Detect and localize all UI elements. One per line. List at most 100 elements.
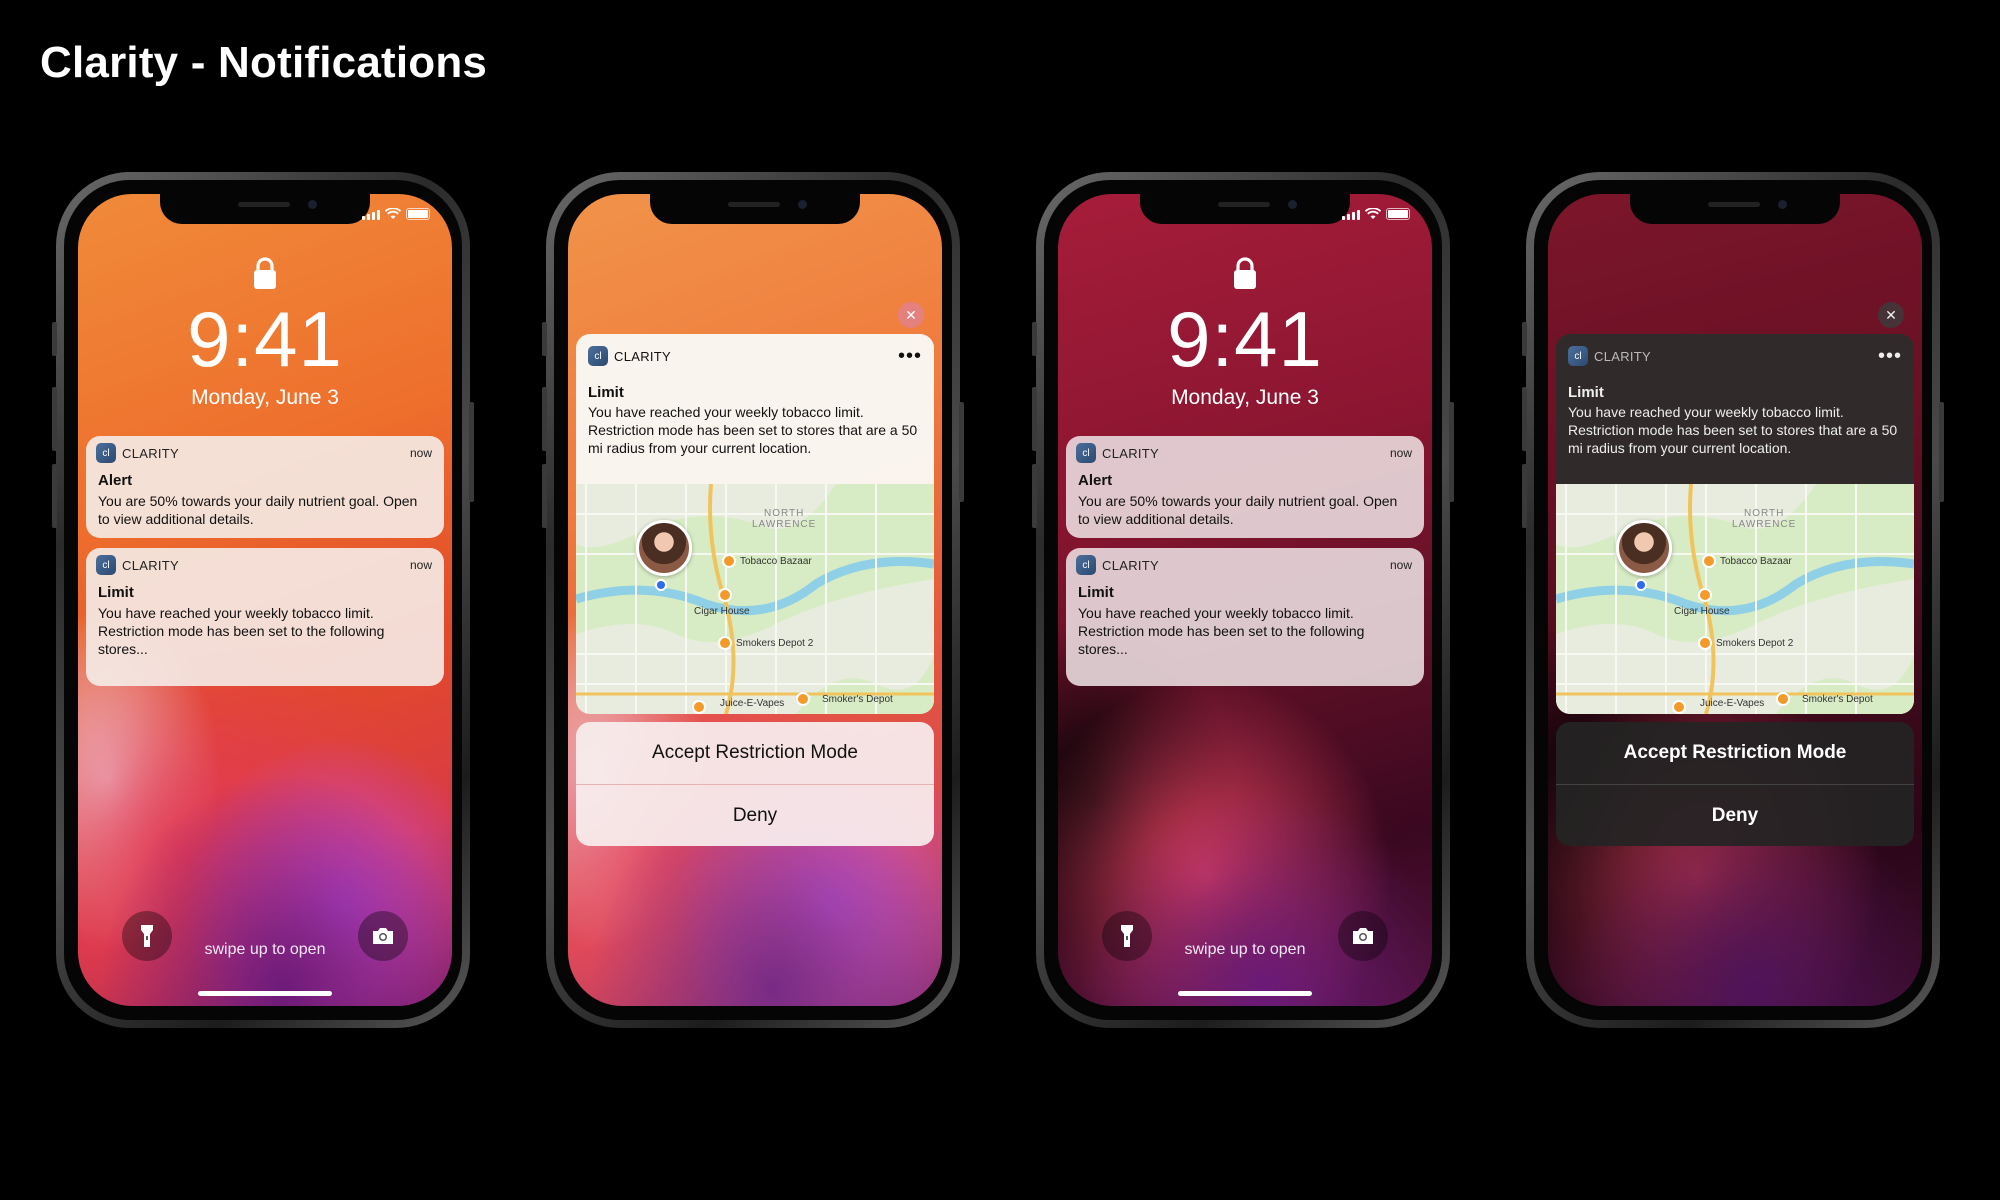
current-location-dot [1635,579,1647,591]
notification-body: You have reached your weekly tobacco lim… [1568,404,1898,456]
notification-limit[interactable]: cl CLARITY now Limit You have reached your… [1066,548,1424,686]
store-pin[interactable] [722,554,736,568]
expanded-screen: ✕ cl CLARITY ••• Limit You have reached yo… [1548,194,1922,1006]
accept-restriction-button[interactable]: Accept Restriction Mode [1556,722,1914,784]
store-pin[interactable] [1698,636,1712,650]
notification-body: You are 50% towards your daily nutrient … [1078,493,1398,527]
current-location-dot [655,579,667,591]
clock-date: Monday, June 3 [1171,386,1319,409]
notification-limit[interactable]: cl CLARITY now Limit You have reached your… [86,548,444,686]
notification-body: You have reached your weekly tobacco lim… [588,404,918,456]
notch [1630,194,1840,224]
camera-icon [373,928,393,944]
phone-expanded-dark: ✕ cl CLARITY ••• Limit You have reached yo… [1522,172,1944,1028]
notification-alert[interactable]: cl CLARITY now Alert You are 50% towards y… [86,436,444,538]
store-label: Cigar House [1674,606,1730,617]
expanded-notification-header: cl CLARITY ••• Limit You have reached your… [576,334,934,484]
phone-lockscreen-dark: 9:41 Monday, June 3 cl CLARITY now Alert Y… [1032,172,1454,1028]
store-label: Smokers Depot 2 [736,638,814,649]
expanded-notification: cl CLARITY ••• Limit You have reached your… [1556,334,1914,714]
user-avatar [1616,520,1672,576]
notch [650,194,860,224]
clarity-app-icon: cl [1076,443,1096,463]
store-label: Tobacco Bazaar [740,556,812,567]
home-indicator[interactable] [1178,991,1312,996]
notch [1140,194,1350,224]
notification-actions: Accept Restriction Mode Deny [576,722,934,846]
store-pin[interactable] [1698,588,1712,602]
clarity-app-icon: cl [588,346,608,366]
close-button[interactable]: ✕ [1878,302,1904,328]
wifi-icon [1365,208,1381,219]
close-icon: ✕ [905,306,917,323]
user-avatar [636,520,692,576]
notification-app-name: CLARITY [122,445,180,461]
notification-title: Limit [588,384,624,401]
status-bar [362,208,430,220]
battery-icon [406,208,430,220]
notification-actions: Accept Restriction Mode Deny [1556,722,1914,846]
signal-icon [1342,210,1360,220]
close-icon: ✕ [1885,306,1897,323]
notification-time: now [1389,446,1412,460]
store-label: Juice-E-Vapes [720,698,785,709]
more-icon[interactable]: ••• [898,345,922,368]
lock-controls: swipe up to open [78,906,452,1006]
signal-icon [362,210,380,220]
notification-app-name: CLARITY [122,557,180,573]
close-button[interactable]: ✕ [898,302,924,328]
store-pin[interactable] [692,700,706,714]
map-area-label: NORTH LAWRENCE [752,508,817,530]
notification-app-name: CLARITY [1102,557,1160,573]
wifi-icon [385,208,401,219]
notification-alert[interactable]: cl CLARITY now Alert You are 50% towards y… [1066,436,1424,538]
store-label: Smoker's Depot [822,694,893,705]
camera-button[interactable] [1338,911,1388,961]
expanded-notification: cl CLARITY ••• Limit You have reached your… [576,334,934,714]
notification-time: now [1389,558,1412,572]
clarity-app-icon: cl [1076,555,1096,575]
expanded-notification-header: cl CLARITY ••• Limit You have reached your… [1556,334,1914,484]
more-icon[interactable]: ••• [1878,345,1902,368]
page-title: Clarity - Notifications [40,38,488,87]
lock-icon [254,257,276,289]
map-area-label: NORTH LAWRENCE [1732,508,1797,530]
store-map[interactable]: NORTH LAWRENCE Tobacco Bazaar Cigar House… [576,484,934,714]
clarity-app-icon: cl [96,443,116,463]
clock-date: Monday, June 3 [191,386,339,409]
notification-title: Alert [98,472,133,489]
notification-body: You have reached your weekly tobacco lim… [98,605,385,657]
lock-controls: swipe up to open [1058,906,1432,1006]
notification-app-name: CLARITY [1594,348,1652,364]
notification-app-name: CLARITY [614,348,672,364]
deny-button[interactable]: Deny [1556,784,1914,846]
store-pin[interactable] [718,588,732,602]
notification-app-name: CLARITY [1102,445,1160,461]
store-pin[interactable] [1702,554,1716,568]
expanded-screen: ✕ cl CLARITY ••• Limit You have reached yo… [568,194,942,1006]
notification-title: Limit [1568,384,1604,401]
store-label: Juice-E-Vapes [1700,698,1765,709]
clarity-app-icon: cl [96,555,116,575]
camera-icon [1353,928,1373,944]
notification-body: You have reached your weekly tobacco lim… [1078,605,1365,657]
clock-time: 9:41 [1167,295,1323,383]
notification-title: Limit [1078,584,1114,601]
clock-time: 9:41 [187,295,343,383]
store-pin[interactable] [1672,700,1686,714]
camera-button[interactable] [358,911,408,961]
home-indicator[interactable] [198,991,332,996]
notification-body: You are 50% towards your daily nutrient … [98,493,418,527]
deny-button[interactable]: Deny [576,784,934,846]
store-pin[interactable] [1776,692,1790,706]
notch [160,194,370,224]
store-pin[interactable] [718,636,732,650]
status-bar [1342,208,1410,220]
store-label: Tobacco Bazaar [1720,556,1792,567]
store-pin[interactable] [796,692,810,706]
store-map[interactable]: NORTH LAWRENCE Tobacco Bazaar Cigar House… [1556,484,1914,714]
store-label: Cigar House [694,606,750,617]
notification-title: Alert [1078,472,1113,489]
phone-expanded-light: ✕ cl CLARITY ••• Limit You have reached yo… [542,172,964,1028]
accept-restriction-button[interactable]: Accept Restriction Mode [576,722,934,784]
